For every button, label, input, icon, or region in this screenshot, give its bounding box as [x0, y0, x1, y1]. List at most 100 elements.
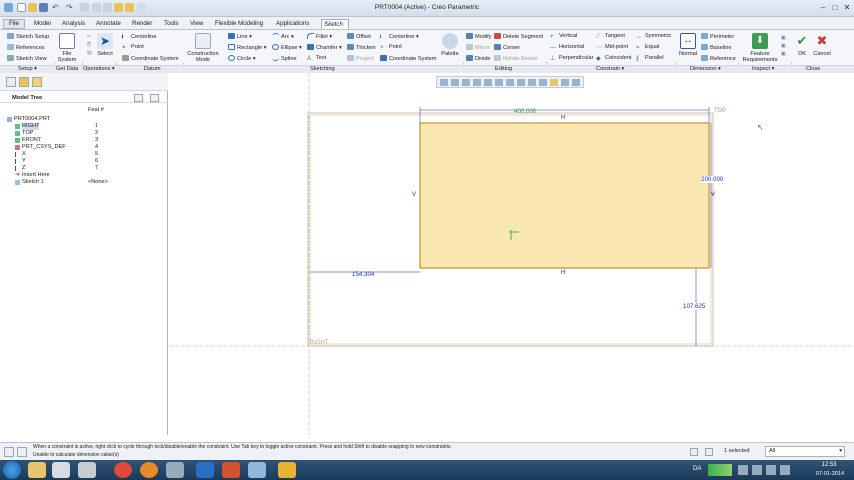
- clock-time[interactable]: 12:53: [812, 462, 846, 468]
- volume-icon[interactable]: [766, 465, 776, 475]
- horizontal-constraint-bottom[interactable]: H: [561, 270, 565, 276]
- project-button[interactable]: Project: [347, 55, 373, 63]
- regen-status-icon[interactable]: [690, 448, 698, 456]
- sketch-view-button[interactable]: Sketch View: [7, 55, 47, 63]
- horizontal-constraint-top[interactable]: H: [561, 115, 565, 121]
- sketch-point-button[interactable]: × Point: [380, 44, 402, 51]
- construction-mode-button[interactable]: Construction Mode: [186, 33, 220, 63]
- outlook-app-icon[interactable]: [196, 462, 214, 478]
- app-icon[interactable]: [166, 462, 184, 478]
- width-dimension[interactable]: 400.000: [514, 108, 536, 115]
- reference-button[interactable]: Reference: [701, 55, 736, 63]
- qat-dropdown-icon[interactable]: [137, 3, 146, 12]
- file-system-button[interactable]: File System: [56, 33, 78, 63]
- group-constrain-label[interactable]: Constrain ▾: [596, 66, 624, 73]
- equal-constraint-button[interactable]: = Equal: [636, 44, 659, 51]
- tab-sketch[interactable]: Sketch: [321, 19, 349, 29]
- symmetric-constraint-button[interactable]: ↔ Symmetric: [636, 33, 671, 40]
- network-icon[interactable]: [780, 465, 790, 475]
- favorites-tab-icon[interactable]: [32, 77, 42, 87]
- save-icon[interactable]: [39, 3, 48, 12]
- left-offset-dimension[interactable]: 154.304: [352, 271, 374, 278]
- coincident-constraint-button[interactable]: ◆ Coincident: [596, 55, 631, 62]
- redo-icon[interactable]: ↷: [66, 3, 75, 12]
- new-file-icon[interactable]: [17, 3, 26, 12]
- graphics-area[interactable]: 400.000 TOP H V V 200.000 H 154.304 107.…: [169, 73, 854, 435]
- windows-icon[interactable]: [92, 3, 101, 12]
- clock-date[interactable]: 07-01-2014: [812, 471, 848, 477]
- tray-icon[interactable]: [738, 465, 748, 475]
- filter-select[interactable]: All ▾: [765, 446, 845, 457]
- spline-button[interactable]: Spline: [272, 55, 297, 63]
- tree-show-icon[interactable]: [150, 94, 159, 102]
- text-button[interactable]: A Text: [307, 55, 326, 62]
- select-button[interactable]: ➤ Select: [97, 33, 113, 57]
- undo-icon[interactable]: ↶: [52, 3, 61, 12]
- group-dimension-label[interactable]: Dimension ▾: [690, 66, 721, 73]
- tree-item-right[interactable]: RIGHT 1: [0, 123, 168, 130]
- normal-dimension-button[interactable]: ↔ Normal: [678, 33, 698, 57]
- navigator-toggle-icon[interactable]: [4, 447, 14, 457]
- signal-icon[interactable]: [708, 464, 732, 476]
- palette-button[interactable]: Palette: [439, 33, 461, 57]
- delete-segment-button[interactable]: Delete Segment: [494, 33, 543, 41]
- tree-item-sketch[interactable]: Sketch 1 <None>: [0, 179, 168, 186]
- tab-flexible-modeling[interactable]: Flexible Modeling: [213, 19, 265, 29]
- corner-button[interactable]: Corner: [494, 44, 520, 52]
- tree-item-front[interactable]: FRONT 3: [0, 137, 168, 144]
- line-button[interactable]: Line ▾: [228, 33, 252, 41]
- tab-annotate[interactable]: Annotate: [94, 19, 123, 29]
- powerpoint-app-icon[interactable]: [222, 462, 240, 478]
- modify-button[interactable]: Modify: [466, 33, 491, 41]
- quick-access-icon[interactable]: [125, 3, 134, 12]
- mirror-button[interactable]: Mirror: [466, 44, 490, 52]
- tray-icon[interactable]: [752, 465, 762, 475]
- customize-icon[interactable]: [114, 3, 123, 12]
- cancel-button[interactable]: ✖ Cancel: [812, 33, 832, 57]
- tab-tools[interactable]: Tools: [162, 19, 180, 29]
- tab-model[interactable]: Model: [32, 19, 53, 29]
- feature-requirements-button[interactable]: ⬇ Feature Requirements: [741, 33, 779, 63]
- vertical-constraint-left[interactable]: V: [412, 192, 416, 198]
- close-button[interactable]: ✕: [842, 3, 852, 12]
- parallel-constraint-button[interactable]: ∥ Parallel: [636, 55, 664, 62]
- close-window-icon[interactable]: [103, 3, 112, 12]
- group-inspect-label[interactable]: Inspect ▾: [752, 66, 774, 73]
- tree-item-csys[interactable]: PRT_CSYS_DEF 4: [0, 144, 168, 151]
- minimize-button[interactable]: –: [818, 3, 828, 12]
- group-setup-label[interactable]: Setup ▾: [18, 66, 37, 73]
- midpoint-constraint-button[interactable]: ⋯ Mid-point: [596, 44, 628, 51]
- baseline-button[interactable]: Baseline: [701, 44, 731, 52]
- references-button[interactable]: References: [7, 44, 45, 52]
- ok-button[interactable]: ✔ OK: [794, 33, 810, 57]
- language-indicator[interactable]: DA: [693, 466, 701, 472]
- thicken-button[interactable]: Thicken: [347, 44, 376, 52]
- vertical-constraint-right[interactable]: V: [711, 192, 715, 198]
- ellipse-button[interactable]: Ellipse ▾: [272, 44, 302, 52]
- selection-filter-icon[interactable]: [705, 448, 713, 456]
- tree-item-y[interactable]: Y 6: [0, 158, 168, 165]
- circle-button[interactable]: Circle ▾: [228, 55, 256, 63]
- start-button-icon[interactable]: [3, 461, 21, 479]
- group-operations-label[interactable]: Operations ▾: [83, 66, 115, 73]
- explorer-app-icon[interactable]: [28, 462, 46, 478]
- arc-button[interactable]: Arc ▾: [272, 33, 294, 41]
- tree-item-part[interactable]: PRT0004.PRT: [0, 116, 168, 123]
- sketch-canvas[interactable]: [169, 73, 854, 435]
- offset-button[interactable]: Offset: [347, 33, 371, 41]
- app-icon[interactable]: [248, 462, 266, 478]
- vertical-constraint-button[interactable]: + Vertical: [550, 33, 577, 40]
- folder-browser-tab-icon[interactable]: [19, 77, 29, 87]
- tree-item-x[interactable]: X 5: [0, 151, 168, 158]
- app-icon[interactable]: [78, 462, 96, 478]
- tree-item-insert-here[interactable]: ➜ Insert Here: [0, 172, 168, 179]
- app-icon[interactable]: [52, 462, 70, 478]
- tab-analysis[interactable]: Analysis: [60, 19, 87, 29]
- tab-render[interactable]: Render: [130, 19, 154, 29]
- datum-point-button[interactable]: × Point: [122, 44, 144, 51]
- bottom-offset-dimension[interactable]: 107.625: [683, 303, 706, 310]
- open-folder-icon[interactable]: [28, 3, 37, 12]
- datum-csys-button[interactable]: Coordinate System: [122, 55, 179, 63]
- sketch-csys-button[interactable]: Coordinate System: [380, 55, 437, 63]
- browser-toggle-icon[interactable]: [17, 447, 27, 457]
